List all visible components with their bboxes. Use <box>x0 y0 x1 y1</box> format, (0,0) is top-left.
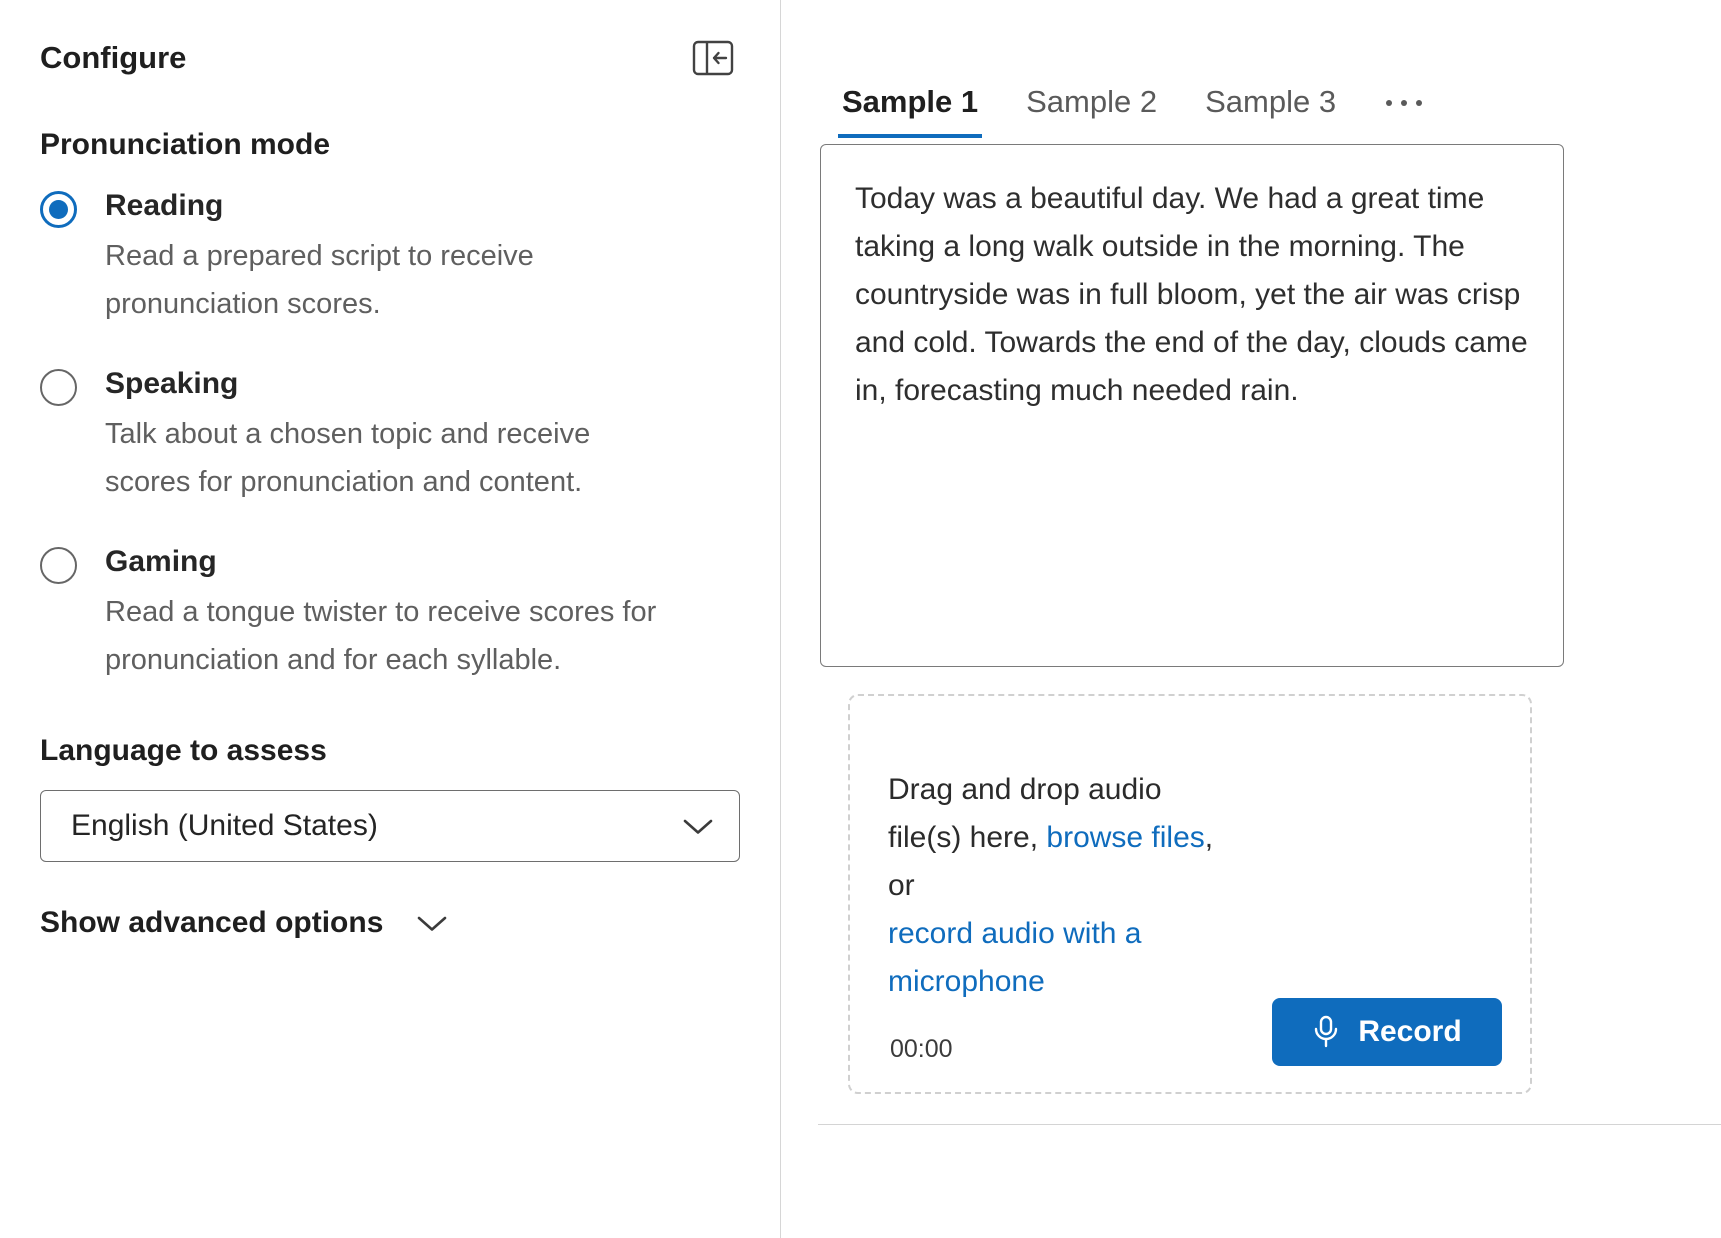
record-button[interactable]: Record <box>1272 998 1502 1066</box>
radio-option-speaking-text: Speaking Talk about a chosen topic and r… <box>105 366 670 506</box>
show-advanced-options-toggle[interactable]: Show advanced options <box>40 906 736 940</box>
sample-text-input[interactable]: Today was a beautiful day. We had a grea… <box>820 144 1564 667</box>
dropzone-instructions: Drag and drop audio file(s) here, browse… <box>888 766 1288 1006</box>
configure-panel: Configure Pronunciation mode Reading Rea… <box>0 0 781 1238</box>
dropzone-text-line2: file(s) here, <box>888 821 1046 854</box>
pronunciation-assessment-page: Configure Pronunciation mode Reading Rea… <box>0 0 1721 1238</box>
radio-option-gaming[interactable]: Gaming Read a tongue twister to receive … <box>40 544 736 684</box>
language-select[interactable]: English (United States) <box>40 790 740 862</box>
dropzone-text-line1: Drag and drop audio <box>888 773 1162 806</box>
radio-description-gaming: Read a tongue twister to receive scores … <box>105 588 670 684</box>
recording-timer: 00:00 <box>890 1035 953 1064</box>
record-audio-link[interactable]: record audio with a microphone <box>888 917 1141 998</box>
radio-description-speaking: Talk about a chosen topic and receive sc… <box>105 410 670 506</box>
radio-speaking[interactable] <box>40 369 77 406</box>
configure-panel-header: Configure <box>40 38 736 78</box>
content-bottom-divider <box>818 1124 1721 1125</box>
audio-dropzone[interactable]: Drag and drop audio file(s) here, browse… <box>848 694 1532 1094</box>
sample-panel: Sample 1 Sample 2 Sample 3 Today was a b… <box>781 0 1721 1238</box>
language-select-value: English (United States) <box>71 809 378 843</box>
dropzone-text-or: or <box>888 869 915 902</box>
show-advanced-options-label: Show advanced options <box>40 906 383 940</box>
tab-sample-3[interactable]: Sample 3 <box>1201 84 1340 138</box>
tab-sample-2[interactable]: Sample 2 <box>1022 84 1161 138</box>
radio-label-speaking[interactable]: Speaking <box>105 366 670 402</box>
panel-collapse-left-icon <box>692 40 734 76</box>
radio-option-gaming-text: Gaming Read a tongue twister to receive … <box>105 544 670 684</box>
dropzone-text-comma: , <box>1205 821 1213 854</box>
record-button-label: Record <box>1358 1015 1461 1049</box>
browse-files-link[interactable]: browse files <box>1046 821 1204 854</box>
tab-sample-1[interactable]: Sample 1 <box>838 84 982 138</box>
radio-reading[interactable] <box>40 191 77 228</box>
chevron-down-icon <box>417 915 447 932</box>
radio-option-speaking[interactable]: Speaking Talk about a chosen topic and r… <box>40 366 736 506</box>
more-tabs-button[interactable] <box>1380 100 1428 138</box>
radio-label-reading[interactable]: Reading <box>105 188 670 224</box>
radio-label-gaming[interactable]: Gaming <box>105 544 670 580</box>
radio-option-reading-text: Reading Read a prepared script to receiv… <box>105 188 670 328</box>
radio-gaming[interactable] <box>40 547 77 584</box>
microphone-icon <box>1312 1015 1340 1049</box>
language-to-assess-heading: Language to assess <box>40 734 736 768</box>
collapse-panel-button[interactable] <box>690 38 736 78</box>
radio-description-reading: Read a prepared script to receive pronun… <box>105 232 670 328</box>
more-horizontal-icon <box>1386 100 1422 106</box>
pronunciation-mode-heading: Pronunciation mode <box>40 128 736 162</box>
configure-title: Configure <box>40 40 186 76</box>
chevron-down-icon <box>683 818 713 835</box>
pronunciation-mode-options: Reading Read a prepared script to receiv… <box>40 188 736 684</box>
radio-option-reading[interactable]: Reading Read a prepared script to receiv… <box>40 188 736 328</box>
sample-tabs: Sample 1 Sample 2 Sample 3 <box>838 84 1721 138</box>
